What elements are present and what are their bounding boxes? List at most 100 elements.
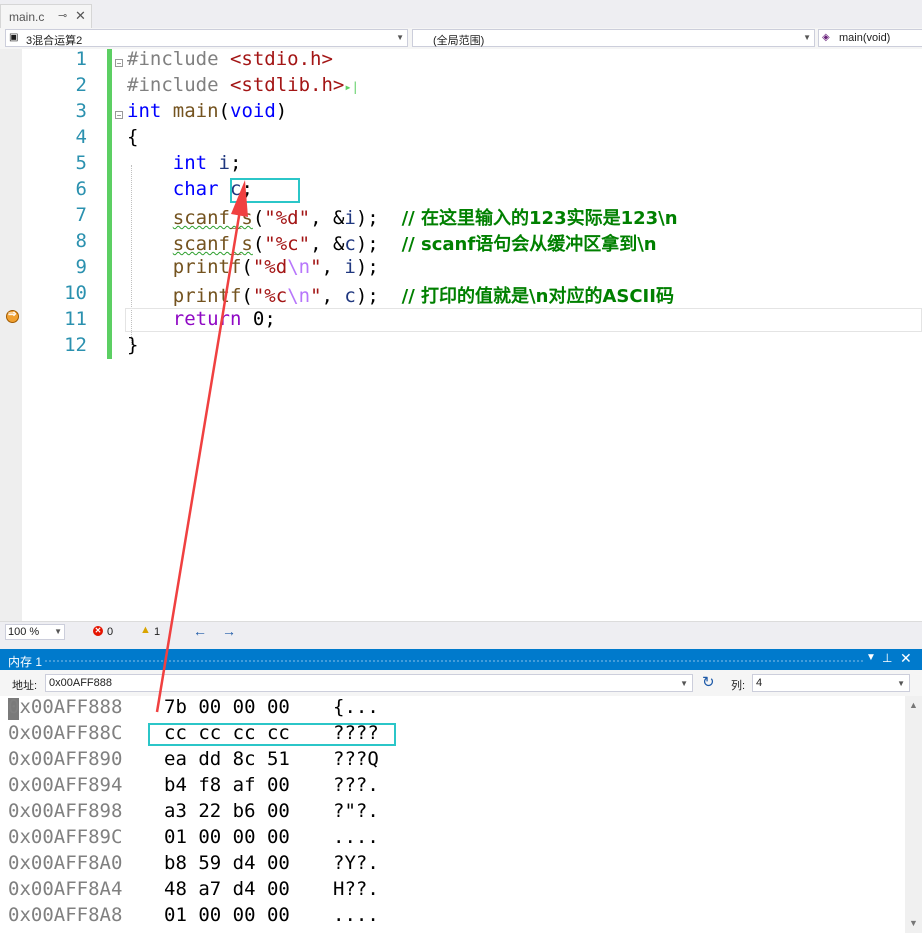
chevron-down-icon[interactable]: ▼ [680, 679, 688, 688]
function-name: printf [172, 256, 242, 278]
pin-icon[interactable]: ⊥ [882, 651, 892, 665]
string-literal: " [310, 256, 322, 278]
project-dropdown[interactable]: ▣ 3混合运算2 ▼ [5, 29, 408, 47]
document-tab-strip: main.c ⊸ ✕ [0, 0, 922, 28]
project-icon: ▣ [9, 32, 19, 43]
project-dropdown-label: 3混合运算2 [26, 35, 83, 47]
memory-ascii: .... [333, 826, 379, 848]
code-line-9: printf("%d\n", i); [172, 256, 379, 278]
line-number: 2 [75, 74, 87, 96]
preprocessor-directive: #include [127, 48, 219, 70]
memory-bytes: b4 f8 af 00 [164, 774, 290, 796]
preprocessor-directive: #include [127, 74, 219, 96]
memory-row[interactable]: 0x00AFF8A4 48 a7 d4 00 H??. [0, 878, 905, 904]
escape-sequence: \n [287, 256, 311, 278]
scope-dropdown[interactable]: (全局范围) ▼ [412, 29, 815, 47]
string-literal: "%c [252, 285, 288, 307]
editor-status-row: 100 % ▼ ✕ 0 ▲ 1 ← → [0, 621, 922, 642]
line-number: 10 [64, 282, 87, 304]
memory-row[interactable]: 0x00AFF890 ea dd 8c 51 ???Q [0, 748, 905, 774]
memory-address: 0x00AFF8A4 [8, 878, 123, 900]
scroll-down-icon[interactable]: ▼ [905, 918, 922, 928]
keyword: char [172, 178, 219, 200]
window-options-icon[interactable]: ▼ [866, 652, 876, 663]
comment: // scanf语句会从缓冲区拿到\n [401, 234, 657, 255]
chevron-down-icon: ▼ [54, 627, 62, 636]
scroll-up-icon[interactable]: ▲ [905, 700, 922, 710]
zoom-dropdown[interactable]: 100 % ▼ [5, 624, 65, 640]
function-name: main [172, 100, 219, 122]
variable: i [344, 207, 356, 229]
columns-dropdown[interactable]: 4 ▼ [752, 674, 910, 692]
memory-row[interactable]: 0x00AFF88C cc cc cc cc???? [0, 722, 905, 748]
keyword: int [127, 100, 162, 122]
address-value: 0x00AFF888 [49, 677, 112, 689]
code-line-10: printf("%c\n", c); // 打印的值就是\n对应的ASCII码 [172, 285, 674, 307]
memory-scrollbar[interactable] [905, 696, 922, 933]
address-label: 地址: [12, 680, 38, 692]
memory-bytes: 48 a7 d4 00 [164, 878, 290, 900]
memory-row[interactable]: 0x00AFF894 b4 f8 af 00???. [0, 774, 905, 800]
annotation-box-variable-c [230, 178, 300, 203]
memory-bytes: 01 00 00 00 [164, 826, 290, 848]
line-number: 11 [64, 308, 87, 330]
code-line-5: int i; [172, 152, 242, 174]
comment: // 在这里输入的123实际是123\n [401, 208, 678, 229]
memory-address: 0x00AFF8A0 [8, 852, 123, 874]
glyph-margin[interactable] [0, 49, 22, 621]
include-path: <stdio.h> [229, 48, 333, 70]
memory-window-titlebar[interactable]: 内存 1 ▼ ⊥ ✕ [0, 649, 922, 670]
chevron-down-icon: ▼ [396, 33, 404, 42]
code-line-12: } [127, 334, 139, 356]
memory-ascii: .... [333, 904, 379, 926]
code-line-11: return 0; [172, 308, 276, 330]
function-dropdown[interactable]: ◈ main(void) [818, 29, 922, 47]
function-name: scanf_s [172, 207, 253, 229]
close-icon[interactable]: ✕ [75, 8, 86, 24]
function-name: printf [172, 285, 242, 307]
comment: // 打印的值就是\n对应的ASCII码 [401, 286, 674, 307]
variable: i [218, 152, 230, 174]
memory-ascii: ?Y?. [333, 852, 379, 874]
memory-toolbar: 地址: 0x00AFF888 ▼ ↻ 列: 4 ▼ [0, 670, 922, 696]
line-number: 5 [75, 152, 87, 174]
memory-bytes: 01 00 00 00 [164, 904, 290, 926]
close-icon[interactable]: ✕ [900, 650, 912, 667]
memory-row[interactable]: 0x00AFF898 a3 22 b6 00 ?"?. [0, 800, 905, 826]
memory-row[interactable]: 0x00AFF8A0 b8 59 d4 00 ?Y?. [0, 852, 905, 878]
memory-address: 0x00AFF890 [8, 748, 123, 770]
columns-value: 4 [756, 677, 763, 689]
memory-ascii: ???. [333, 774, 379, 796]
memory-row[interactable]: 0x00AFF8A8 01 00 00 00.... [0, 904, 905, 930]
navigate-back-icon[interactable]: ← [193, 623, 207, 639]
line-number: 1 [75, 48, 87, 70]
include-path: <stdlib.h> [229, 74, 345, 96]
zoom-value: 100 % [8, 626, 40, 638]
code-editor[interactable]: ⇒ 1 2 3 4 5 6 7 8 9 10 11 12 − − #include <stdio.h>… [0, 48, 922, 621]
warning-icon[interactable]: ▲ [140, 624, 151, 636]
code-line-4: { [127, 126, 139, 148]
fold-toggle-icon[interactable]: − [115, 59, 123, 68]
titlebar-grip [44, 659, 864, 663]
fold-toggle-icon[interactable]: − [115, 111, 123, 120]
error-count[interactable]: 0 [107, 626, 113, 638]
code-line-1: #include <stdio.h> [127, 48, 333, 70]
memory-address: 0x00AFF8A8 [8, 904, 123, 926]
memory-bytes: b8 59 d4 00 [164, 852, 290, 874]
tab-main-c[interactable]: main.c ⊸ ✕ [0, 4, 92, 28]
navigate-forward-icon[interactable]: → [222, 623, 236, 639]
chevron-down-icon: ▼ [897, 679, 905, 688]
refresh-icon[interactable]: ↻ [702, 673, 715, 691]
function-cube-icon: ◈ [822, 32, 830, 43]
error-icon[interactable]: ✕ [93, 626, 103, 636]
warning-count[interactable]: 1 [154, 626, 160, 638]
address-input[interactable]: 0x00AFF888 ▼ [45, 674, 693, 692]
memory-row[interactable]: 0x00AFF89C 01 00 00 00.... [0, 826, 905, 852]
code-line-2: #include <stdlib.h>▸| [127, 74, 359, 96]
memory-row[interactable]: 0x00AFF888 7b 00 00 00 {... [0, 696, 905, 722]
pin-icon[interactable]: ⊸ [58, 9, 67, 22]
line-number: 8 [75, 230, 87, 252]
memory-bytes: ea dd 8c 51 [164, 748, 290, 770]
memory-grid[interactable]: 0x00AFF888 7b 00 00 00 {... 0x00AFF88C cc cc… [0, 696, 905, 933]
navigation-bar: ▣ 3混合运算2 ▼ (全局范围) ▼ ◈ main(void) [0, 28, 922, 50]
